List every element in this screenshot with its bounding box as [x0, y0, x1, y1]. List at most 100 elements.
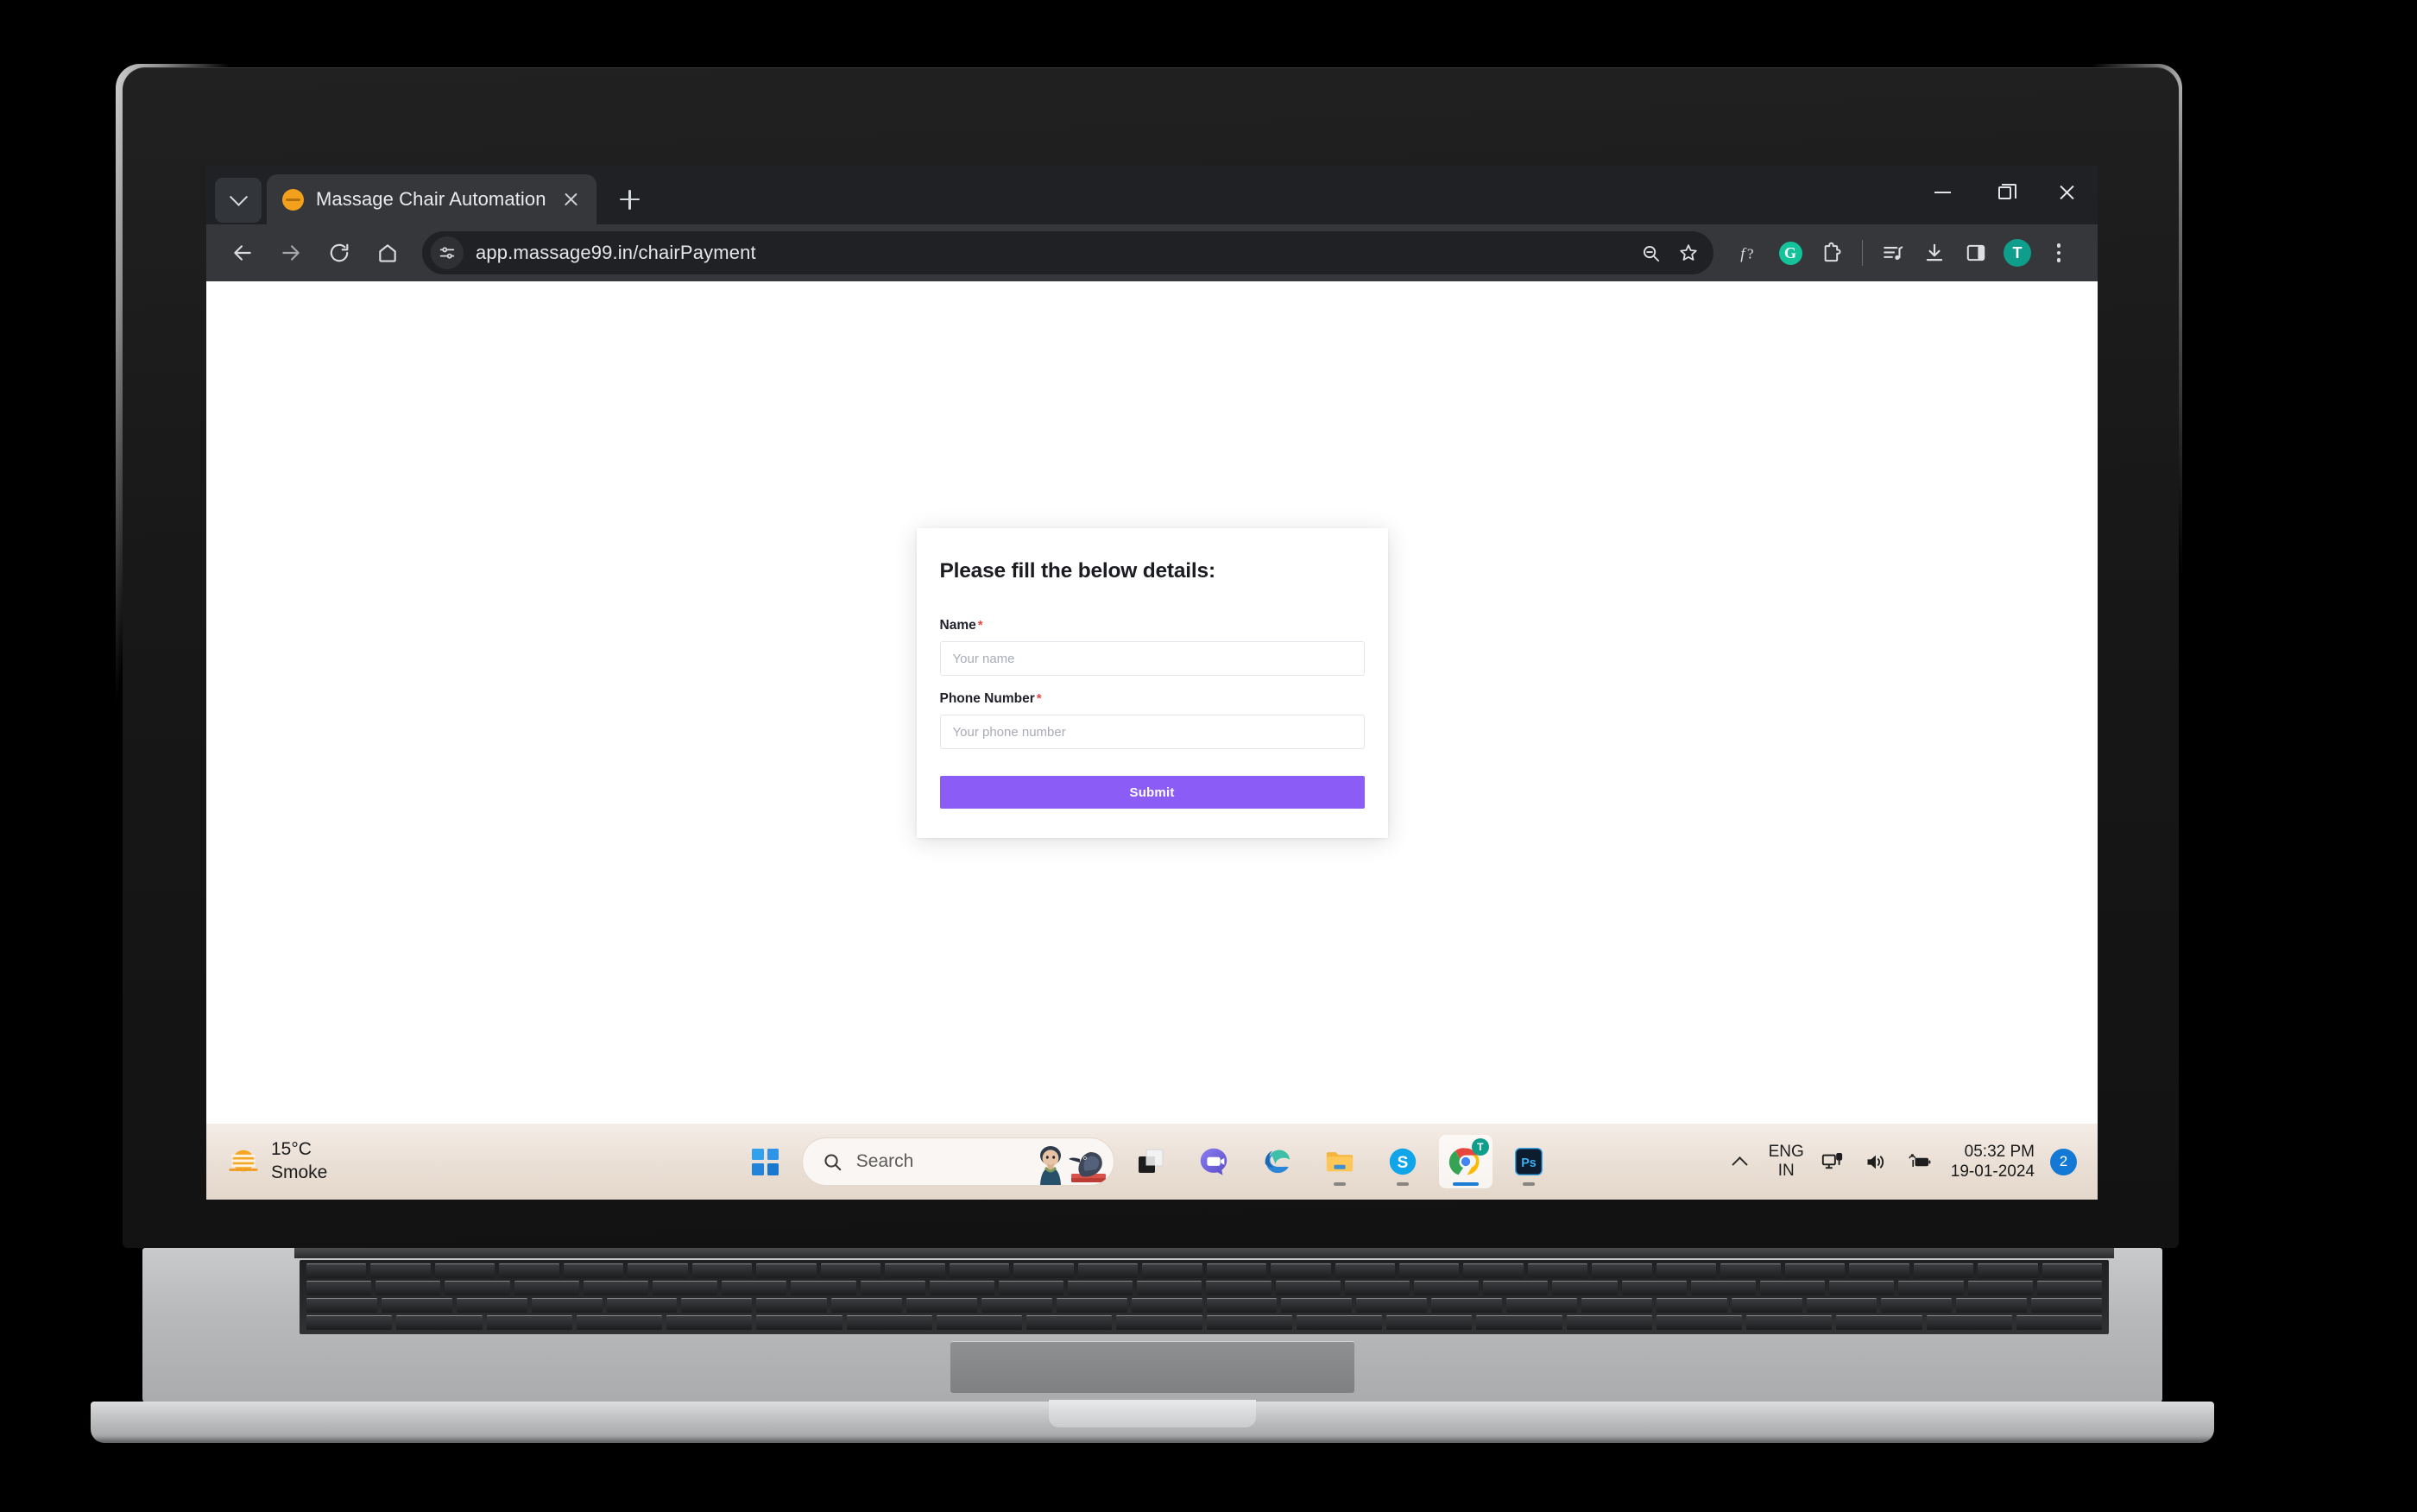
- weather-condition: Smoke: [271, 1162, 328, 1182]
- chrome-menu-button[interactable]: [2039, 233, 2079, 273]
- clock-time: 05:32 PM: [1964, 1142, 2035, 1161]
- taskbar-app-adobe-photoshop[interactable]: Ps: [1502, 1135, 1556, 1188]
- zoom-out-icon: [1643, 245, 1659, 261]
- browser-tab-active[interactable]: Massage Chair Automation: [267, 174, 596, 224]
- windows-logo-icon: [752, 1148, 779, 1175]
- language-secondary: IN: [1777, 1162, 1795, 1180]
- svg-text:?: ?: [1747, 246, 1754, 262]
- search-input[interactable]: Search: [801, 1137, 1114, 1186]
- site-settings-icon[interactable]: [431, 236, 464, 269]
- reading-list-button[interactable]: [1873, 233, 1913, 273]
- forward-button[interactable]: [268, 230, 313, 275]
- taskbar-app-microsoft-edge[interactable]: [1250, 1135, 1303, 1188]
- name-input[interactable]: [939, 641, 1365, 676]
- reading-list-icon: [1884, 246, 1903, 261]
- taskbar-app-file-explorer[interactable]: [1313, 1135, 1366, 1188]
- bookmark-button[interactable]: [1670, 235, 1707, 271]
- address-bar-actions: [1632, 235, 1707, 271]
- poe-and-raven-illustration: [1039, 1146, 1106, 1185]
- language-indicator[interactable]: ENG IN: [1769, 1143, 1804, 1181]
- volume-button[interactable]: [1861, 1147, 1890, 1176]
- phone-input[interactable]: [939, 715, 1365, 749]
- page-content: Please fill the below details: Name* Pho…: [206, 281, 2098, 1200]
- taskbar-app-skype[interactable]: S: [1376, 1135, 1429, 1188]
- laptop-shadow: [91, 1440, 2214, 1452]
- home-button[interactable]: [365, 230, 410, 275]
- grammarly-icon: G: [1778, 241, 1802, 265]
- zoom-out-button[interactable]: [1632, 235, 1669, 271]
- weather-temperature: 15°C: [271, 1139, 312, 1160]
- restore-icon: [1997, 183, 2016, 199]
- page-title: Please fill the below details:: [939, 559, 1216, 583]
- minimize-window-button[interactable]: [1911, 166, 1973, 219]
- reload-icon: [330, 243, 349, 262]
- name-field-label: Name *: [940, 618, 1365, 633]
- details-form-card: Please fill the below details: Name* Pho…: [916, 528, 1388, 838]
- taskbar-app-task-view[interactable]: [1124, 1135, 1177, 1188]
- address-bar-url: app.massage99.in/chairPayment: [476, 242, 756, 263]
- chevron-down-icon: [229, 187, 248, 206]
- file-explorer-icon: [1326, 1152, 1353, 1172]
- chevron-up-icon: [1732, 1156, 1748, 1173]
- font-extension-button[interactable]: f ?: [1729, 233, 1769, 273]
- haze-sun-icon: [229, 1150, 258, 1172]
- grammarly-extension-button[interactable]: G: [1770, 233, 1810, 273]
- taskbar-app-google-chrome[interactable]: T: [1438, 1135, 1492, 1188]
- notification-badge[interactable]: 2: [2050, 1148, 2077, 1175]
- required-marker: *: [977, 618, 983, 633]
- active-app-indicator: [1452, 1182, 1479, 1186]
- start-button[interactable]: [739, 1135, 792, 1188]
- maximize-window-button[interactable]: [1973, 166, 2035, 219]
- reload-button[interactable]: [317, 230, 362, 275]
- taskbar-center-group: Search S T Ps: [569, 1135, 1726, 1188]
- volume-icon: [1867, 1155, 1884, 1169]
- svg-text:Ps: Ps: [1521, 1156, 1537, 1170]
- show-hidden-icons-button[interactable]: [1726, 1147, 1755, 1176]
- laptop-base-notch: [1049, 1400, 1256, 1427]
- task-view-icon: [1138, 1149, 1164, 1173]
- profile-button[interactable]: T: [1997, 233, 2037, 273]
- close-tab-icon[interactable]: [558, 186, 584, 212]
- browser-toolbar: app.massage99.in/chairPayment f ? G T: [206, 224, 2098, 281]
- laptop-screen: Massage Chair Automation app.massage99.i…: [206, 166, 2098, 1200]
- new-tab-button[interactable]: [610, 180, 650, 219]
- skype-icon: S: [1389, 1148, 1416, 1175]
- extensions-puzzle-icon: [1824, 242, 1841, 262]
- three-dot-menu-icon: [2056, 243, 2061, 262]
- laptop-base: [91, 1248, 2214, 1452]
- running-indicator: [1522, 1182, 1535, 1186]
- side-panel-icon: [1966, 244, 1985, 261]
- extensions-button[interactable]: [1812, 233, 1852, 273]
- browser-tab-title: Massage Chair Automation: [316, 188, 546, 210]
- laptop-trackpad: [950, 1341, 1354, 1393]
- laptop-body: [142, 1248, 2162, 1405]
- sliders-icon: [439, 247, 455, 259]
- back-button[interactable]: [220, 230, 265, 275]
- battery-button[interactable]: [1904, 1147, 1934, 1176]
- tab-search-button[interactable]: [215, 178, 262, 223]
- avatar: T: [2004, 239, 2031, 267]
- side-panel-button[interactable]: [1956, 233, 1996, 273]
- font-extension-icon: f ?: [1740, 245, 1754, 262]
- clock-date: 19-01-2024: [1950, 1162, 2035, 1181]
- chrome-profile-badge: T: [1471, 1138, 1489, 1156]
- weather-widget[interactable]: 15°C Smoke: [206, 1138, 569, 1185]
- clock[interactable]: 05:32 PM 19-01-2024: [1951, 1142, 2035, 1181]
- forward-icon: [282, 245, 300, 261]
- window-controls: [1911, 166, 2098, 219]
- downloads-icon: [1926, 243, 1943, 261]
- orange-circle-favicon: [282, 188, 304, 211]
- svg-text:S: S: [1397, 1154, 1408, 1172]
- taskbar-app-microsoft-teams[interactable]: [1187, 1135, 1240, 1188]
- laptop-mockup-scene: Massage Chair Automation app.massage99.i…: [0, 0, 2417, 1512]
- address-bar[interactable]: app.massage99.in/chairPayment: [422, 231, 1713, 274]
- close-window-button[interactable]: [2035, 166, 2098, 219]
- name-label-text: Name: [939, 618, 976, 633]
- network-button[interactable]: [1818, 1147, 1847, 1176]
- downloads-button[interactable]: [1915, 233, 1954, 273]
- submit-button[interactable]: Submit: [939, 776, 1365, 809]
- back-icon: [234, 245, 251, 261]
- toolbar-divider: [1862, 240, 1863, 266]
- chrome-browser-window: Massage Chair Automation app.massage99.i…: [206, 166, 2098, 1200]
- search-icon: [824, 1153, 842, 1170]
